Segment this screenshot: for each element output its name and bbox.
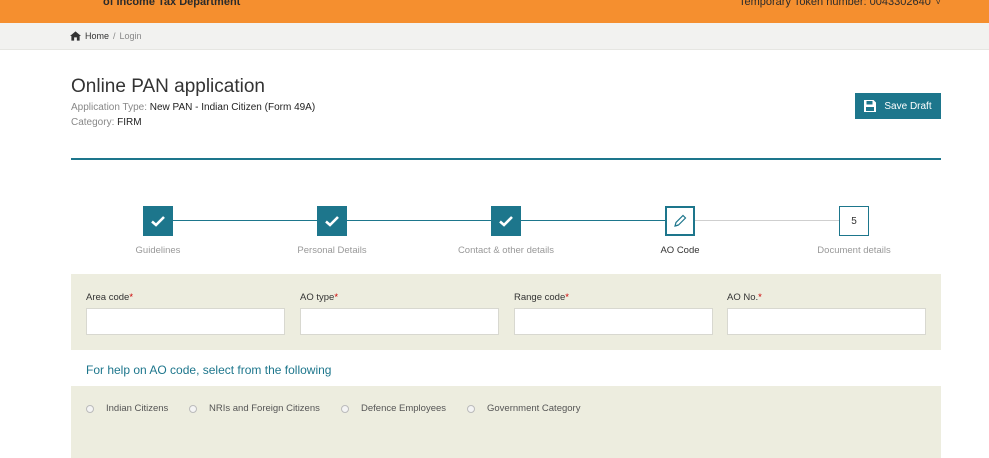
- range-code-input[interactable]: [514, 308, 713, 335]
- ao-type-label: AO type*: [300, 292, 338, 303]
- radio-label: Government Category: [487, 403, 581, 414]
- top-header-bar: of Income Tax Department Temporary Token…: [0, 0, 989, 23]
- required-marker: *: [334, 292, 339, 303]
- field-label-text: Area code: [86, 292, 130, 303]
- field-label-text: AO No.: [727, 292, 759, 303]
- breadcrumb: Home / Login: [70, 31, 142, 41]
- step-document-details[interactable]: 5: [839, 206, 869, 236]
- category-value: FIRM: [117, 117, 142, 128]
- save-icon: [864, 100, 877, 112]
- field-label-text: AO type: [300, 292, 335, 303]
- required-marker: *: [565, 292, 569, 303]
- category-label: Category:: [71, 117, 118, 128]
- ao-no-input[interactable]: [727, 308, 926, 335]
- token-text: Temporary Token number: 0043302640: [739, 0, 931, 8]
- breadcrumb-current: Login: [119, 31, 142, 41]
- radio-label: NRIs and Foreign Citizens: [209, 403, 320, 414]
- step-personal-details[interactable]: [317, 206, 347, 236]
- breadcrumb-bar: Home / Login: [0, 23, 989, 50]
- step-label: Guidelines: [135, 245, 181, 256]
- token-dropdown[interactable]: Temporary Token number: 0043302640 ˅: [739, 0, 941, 8]
- step-connector: [347, 220, 491, 221]
- step-connector: [521, 220, 665, 221]
- breadcrumb-home-link[interactable]: Home: [85, 31, 109, 41]
- field-label-text: Range code: [514, 292, 566, 303]
- chevron-down-icon: ˅: [935, 0, 941, 7]
- radio-button[interactable]: [341, 404, 349, 413]
- radio-defence-employees[interactable]: Defence Employees: [341, 403, 446, 414]
- application-type-value: New PAN - Indian Citizen (Form 49A): [149, 102, 316, 113]
- area-code-input[interactable]: [86, 308, 285, 335]
- step-connector: [695, 220, 839, 221]
- radio-government-category[interactable]: Government Category: [467, 403, 580, 414]
- radio-label: Defence Employees: [361, 403, 447, 414]
- step-label: AO Code: [660, 245, 700, 256]
- application-type: Application Type: New PAN - Indian Citiz…: [71, 102, 315, 113]
- range-code-label: Range code*: [514, 292, 569, 303]
- breadcrumb-separator: /: [113, 31, 116, 41]
- save-draft-button[interactable]: Save Draft: [855, 93, 941, 119]
- ao-no-label: AO No.*: [727, 292, 762, 303]
- check-icon: [325, 216, 339, 227]
- radio-button[interactable]: [86, 404, 94, 413]
- header-divider: [71, 158, 941, 160]
- radio-label: Indian Citizens: [106, 403, 169, 414]
- step-label: Document details: [817, 245, 891, 256]
- step-connector: [173, 220, 317, 221]
- ao-help-heading: For help on AO code, select from the fol…: [86, 363, 332, 377]
- ao-help-panel: [71, 386, 941, 458]
- step-contact-details[interactable]: [491, 206, 521, 236]
- check-icon: [499, 216, 513, 227]
- radio-nris-foreign[interactable]: NRIs and Foreign Citizens: [189, 403, 320, 414]
- category: Category: FIRM: [71, 117, 142, 128]
- step-guidelines[interactable]: [143, 206, 173, 236]
- step-label: Personal Details: [297, 245, 367, 256]
- department-name: of Income Tax Department: [103, 0, 241, 8]
- step-number: 5: [851, 215, 857, 227]
- radio-button[interactable]: [467, 404, 475, 413]
- application-type-label: Application Type:: [71, 102, 150, 113]
- step-ao-code[interactable]: [665, 206, 695, 236]
- ao-type-input[interactable]: [300, 308, 499, 335]
- required-marker: *: [129, 292, 134, 303]
- radio-button[interactable]: [189, 404, 197, 413]
- required-marker: *: [758, 292, 762, 303]
- step-label: Contact & other details: [457, 245, 555, 256]
- page-title: Online PAN application: [71, 76, 265, 97]
- save-draft-label: Save Draft: [884, 100, 932, 112]
- home-icon: [70, 31, 81, 41]
- radio-indian-citizens[interactable]: Indian Citizens: [86, 403, 168, 414]
- area-code-label: Area code*: [86, 292, 133, 303]
- check-icon: [151, 216, 165, 227]
- pencil-icon: [674, 214, 687, 227]
